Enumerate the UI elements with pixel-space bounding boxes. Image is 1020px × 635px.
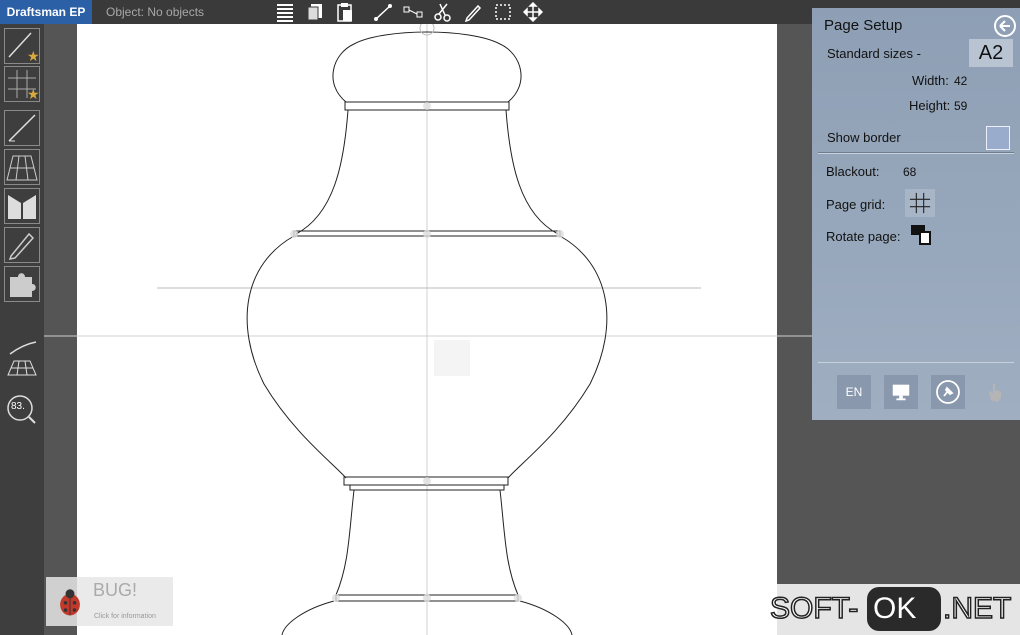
- app-title: Draftsman EP: [0, 0, 92, 24]
- zoom-value: 83.: [11, 401, 25, 412]
- paste-icon[interactable]: [330, 0, 360, 24]
- touch-hand-icon[interactable]: [978, 375, 1012, 409]
- watermark-soft: SOFT-: [769, 591, 859, 626]
- segment-icon[interactable]: [398, 0, 428, 24]
- monitor-icon[interactable]: [884, 375, 918, 409]
- show-border-checkbox[interactable]: [986, 126, 1010, 150]
- bug-title: BUG!: [93, 580, 138, 600]
- ladybug-icon: [60, 589, 80, 616]
- watermark-net: .NET: [942, 591, 1012, 626]
- blackout-label: Blackout:: [826, 164, 880, 179]
- divider: [818, 153, 1014, 154]
- perspective-grid-icon[interactable]: [4, 149, 40, 185]
- object-status: Object: No objects: [106, 5, 205, 19]
- grid-icon: [909, 192, 931, 214]
- bug-subtitle: Click for information: [94, 613, 156, 620]
- curve-tool-icon[interactable]: [4, 336, 40, 358]
- toolbar: [270, 0, 548, 24]
- page-grid-label: Page grid:: [826, 197, 886, 212]
- rotate-page-button[interactable]: [907, 222, 935, 248]
- page-grid-toggle[interactable]: [905, 189, 935, 217]
- pencil-icon[interactable]: [458, 0, 488, 24]
- language-button[interactable]: EN: [837, 375, 871, 409]
- height-label: Height:: [909, 98, 951, 113]
- rotate-page-label: Rotate page:: [826, 229, 901, 244]
- scissors-icon[interactable]: [428, 0, 458, 24]
- select-rect-icon[interactable]: [488, 0, 518, 24]
- grid-tool-icon[interactable]: [4, 358, 40, 378]
- rotate-page-icon: [911, 225, 931, 245]
- show-border-label: Show border: [827, 130, 901, 145]
- svg-text:★: ★: [27, 86, 39, 101]
- fold-tool-icon[interactable]: [4, 188, 40, 224]
- copy-icon[interactable]: [300, 0, 330, 24]
- zoom-tool-icon[interactable]: 83.: [4, 394, 40, 426]
- align-icon[interactable]: [270, 0, 300, 24]
- pin-icon[interactable]: [931, 375, 965, 409]
- watermark-logo: SOFT- OK .NET: [762, 584, 1020, 635]
- new-line-tool-icon[interactable]: ★: [4, 28, 40, 64]
- watermark-ok: OK: [873, 592, 917, 625]
- divider: [818, 362, 1014, 363]
- width-label: Width:: [912, 73, 949, 88]
- width-value[interactable]: 42: [954, 74, 967, 88]
- vase-drawing[interactable]: [44, 24, 812, 635]
- move-icon[interactable]: [518, 0, 548, 24]
- standard-size-selector[interactable]: A2: [969, 39, 1013, 67]
- left-tool-panel: ★ ★ 83.: [0, 24, 44, 635]
- line-icon[interactable]: [368, 0, 398, 24]
- canvas-area[interactable]: [44, 24, 812, 635]
- puzzle-tool-icon[interactable]: [4, 266, 40, 302]
- height-value[interactable]: 59: [954, 99, 967, 113]
- line-tool-icon[interactable]: [4, 110, 40, 146]
- page-setup-panel: Page Setup Standard sizes - A2 Width: 42…: [812, 8, 1020, 420]
- svg-text:★: ★: [27, 48, 39, 63]
- blackout-value[interactable]: 68: [903, 165, 916, 179]
- bug-report-widget[interactable]: BUG! Click for information: [46, 577, 173, 626]
- page-setup-title: Page Setup: [824, 17, 903, 34]
- standard-sizes-label: Standard sizes -: [827, 46, 921, 61]
- back-arrow-icon[interactable]: [994, 15, 1016, 37]
- pencil-tool-icon[interactable]: [4, 227, 40, 263]
- new-grid-tool-icon[interactable]: ★: [4, 66, 40, 102]
